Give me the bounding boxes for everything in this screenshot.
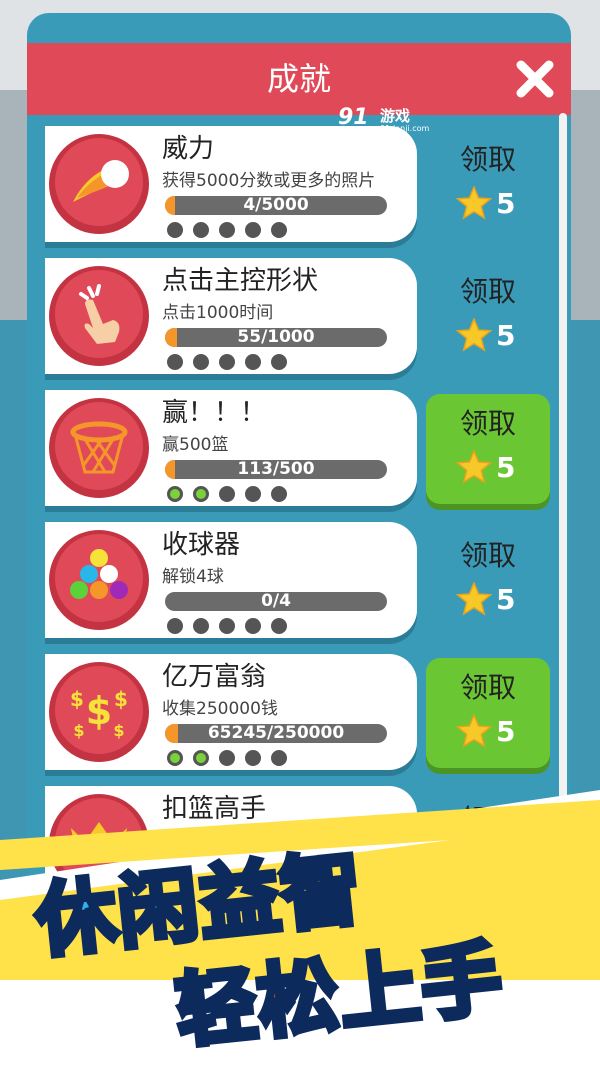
- claim-label: 领取: [459, 671, 516, 704]
- star-icon: [455, 449, 493, 484]
- progress-dot: [271, 486, 287, 502]
- claim-button[interactable]: 领取 5: [426, 658, 550, 768]
- close-icon: [516, 60, 554, 98]
- progress-dot: [245, 222, 261, 238]
- progress-dot: [167, 222, 183, 238]
- progress-dot: [219, 750, 235, 766]
- progress-dot: [271, 354, 287, 370]
- progress-bar: 0/4: [165, 592, 387, 611]
- claim-label: 领取: [459, 275, 516, 308]
- achievement-name: 收球器: [162, 530, 241, 560]
- svg-text:$: $: [113, 721, 124, 740]
- star-icon: [455, 185, 493, 220]
- progress-dot: [271, 750, 287, 766]
- achievement-name: 威力: [162, 134, 215, 164]
- claim-label: 领取: [459, 143, 516, 176]
- progress-text: 4/5000: [243, 196, 309, 215]
- achievement-desc: 点击1000时间: [162, 303, 274, 323]
- panel-header: 成就: [27, 43, 571, 115]
- svg-text:$: $: [114, 687, 128, 711]
- progress-bar: 113/500: [165, 460, 387, 479]
- claim-button[interactable]: 领取 5: [426, 394, 550, 504]
- progress-dot: [245, 750, 261, 766]
- achievement-card: 赢！！！ 赢500篮 113/500: [45, 390, 417, 506]
- achievement-desc: 赢500篮: [162, 435, 229, 455]
- reward-amount: 5: [496, 583, 516, 616]
- progress-dot: [245, 486, 261, 502]
- watermark-text: 游戏: [380, 107, 411, 125]
- progress-dot: [219, 354, 235, 370]
- reward-amount: 5: [496, 451, 516, 484]
- progress-dot: [193, 618, 209, 634]
- tap-finger-icon: [55, 270, 143, 358]
- progress-dot: [245, 618, 261, 634]
- achievement-card: $ $ $ $ $ 亿万富翁 收集250000钱 65245/250000: [45, 654, 417, 770]
- progress-dot: [219, 222, 235, 238]
- fireball-icon: [55, 138, 143, 226]
- claim-label: 领取: [459, 539, 516, 572]
- claim-button[interactable]: 领取 5: [426, 526, 550, 636]
- achievement-card: 点击主控形状点击1000时间 55/1000: [45, 258, 417, 374]
- svg-text:$: $: [73, 721, 84, 740]
- svg-text:$: $: [70, 687, 84, 711]
- progress-bar: 4/5000: [165, 196, 387, 215]
- achievement-desc: 收集250000钱: [162, 699, 278, 719]
- progress-text: 65245/250000: [207, 724, 345, 743]
- achievement-name: 亿万富翁: [162, 662, 267, 692]
- progress-text: 55/1000: [237, 328, 315, 347]
- progress-text: 0/4: [261, 592, 291, 611]
- reward-amount: 5: [496, 715, 516, 748]
- achievement-desc: 获得5000分数或更多的照片: [162, 171, 376, 191]
- claim-button[interactable]: 领取 5: [426, 262, 550, 372]
- star-icon: [455, 317, 493, 352]
- progress-bar: 65245/250000: [165, 724, 387, 743]
- progress-dot: [271, 222, 287, 238]
- progress-dot: [193, 486, 209, 502]
- basketball-hoop-icon: [55, 402, 143, 490]
- progress-dot: [167, 486, 183, 502]
- reward-amount: 5: [496, 319, 516, 352]
- balls-icon: [55, 534, 143, 622]
- progress-dot: [193, 222, 209, 238]
- progress-bar: 55/1000: [165, 328, 387, 347]
- svg-text:$: $: [86, 689, 112, 733]
- progress-dot: [219, 486, 235, 502]
- achievement-name: 赢！！！: [162, 398, 267, 428]
- progress-dot: [271, 618, 287, 634]
- achievement-name: 点击主控形状: [162, 266, 319, 296]
- close-button[interactable]: [509, 53, 561, 105]
- progress-dot: [167, 618, 183, 634]
- money-icon: $ $ $ $ $: [55, 666, 143, 754]
- achievement-card: 威力获得5000分数或更多的照片 4/5000: [45, 126, 417, 242]
- progress-text: 113/500: [237, 460, 315, 479]
- achievement-desc: 解锁4球: [162, 567, 224, 587]
- progress-dot: [219, 618, 235, 634]
- progress-dot: [193, 750, 209, 766]
- claim-label: 领取: [459, 407, 516, 440]
- star-icon: [455, 713, 493, 748]
- panel-title: 成就: [266, 60, 331, 98]
- progress-dot: [167, 354, 183, 370]
- progress-dot: [245, 354, 261, 370]
- star-icon: [455, 581, 493, 616]
- progress-dot: [167, 750, 183, 766]
- claim-button[interactable]: 领取 5: [426, 130, 550, 240]
- progress-dot: [193, 354, 209, 370]
- reward-amount: 5: [496, 187, 516, 220]
- achievement-card: 收球器解锁4球 0/4: [45, 522, 417, 638]
